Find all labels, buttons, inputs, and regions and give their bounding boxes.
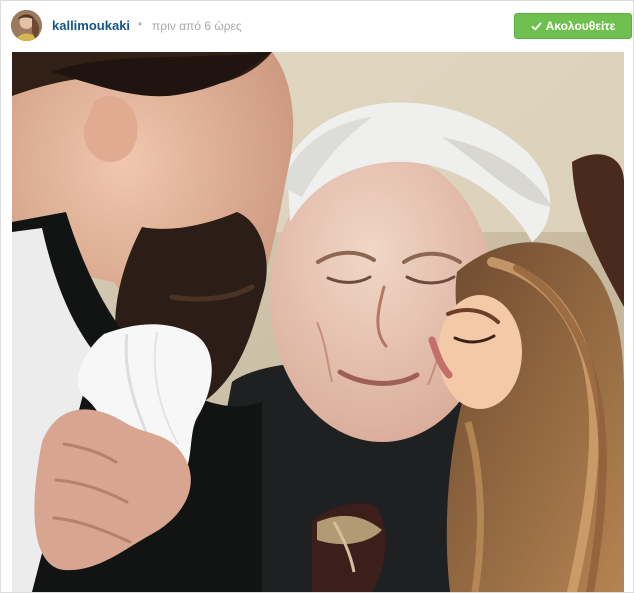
avatar-image bbox=[11, 10, 42, 41]
following-label: Ακολουθείτε bbox=[545, 19, 616, 33]
user-avatar[interactable] bbox=[11, 10, 42, 41]
photo-image bbox=[12, 52, 624, 592]
post-header: kallimoukaki • πριν από 6 ώρες Ακολουθεί… bbox=[1, 1, 633, 49]
instagram-post-card: kallimoukaki • πριν από 6 ώρες Ακολουθεί… bbox=[0, 0, 634, 593]
username-link[interactable]: kallimoukaki bbox=[52, 18, 130, 33]
post-time: πριν από 6 ώρες bbox=[152, 19, 242, 33]
checkmark-icon bbox=[531, 21, 542, 32]
post-photo[interactable] bbox=[12, 52, 624, 592]
following-button[interactable]: Ακολουθείτε bbox=[514, 13, 632, 39]
separator-dot: • bbox=[138, 17, 143, 31]
